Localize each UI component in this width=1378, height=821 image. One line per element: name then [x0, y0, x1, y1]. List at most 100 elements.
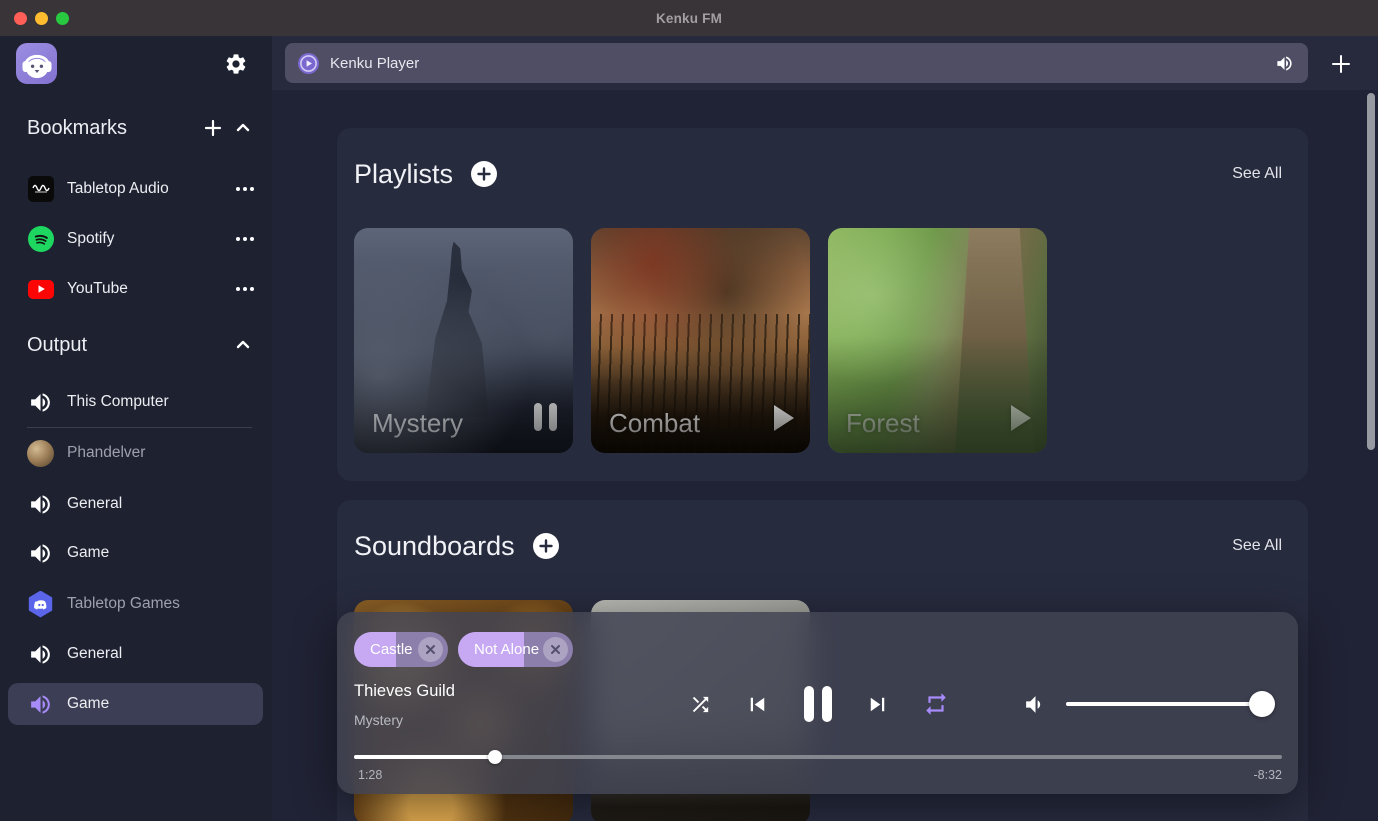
- add-tab-button[interactable]: [1324, 47, 1358, 81]
- output-header: Output: [0, 325, 272, 365]
- add-soundboard-button[interactable]: [532, 533, 559, 559]
- output-item-general-1[interactable]: General: [0, 479, 272, 529]
- more-options-button[interactable]: [236, 287, 254, 291]
- tab-volume-icon[interactable]: [1275, 54, 1294, 73]
- pause-button[interactable]: [803, 686, 832, 722]
- spotify-icon: [27, 226, 54, 253]
- traffic-lights: [14, 0, 69, 36]
- playlist-card-title: Mystery: [372, 408, 463, 438]
- playlist-card-combat[interactable]: Combat: [591, 228, 810, 453]
- shuffle-button[interactable]: [689, 693, 712, 716]
- sidebar-item-label: YouTube: [67, 280, 128, 297]
- tab-label: Kenku Player: [330, 54, 420, 72]
- playback-controls: [689, 676, 949, 732]
- sound-chips: Castle Not Alone: [354, 632, 573, 667]
- output-item-label: Game: [67, 544, 110, 561]
- titlebar: Kenku FM: [0, 0, 1378, 36]
- volume-control: [1023, 676, 1275, 732]
- more-options-button[interactable]: [236, 237, 254, 241]
- kenku-player-icon: [297, 52, 320, 75]
- sound-chip-not-alone[interactable]: Not Alone: [458, 632, 573, 667]
- output-item-label: Phandelver: [67, 444, 146, 461]
- avatar: [27, 439, 54, 467]
- volume-icon[interactable]: [1023, 692, 1048, 717]
- output-item-label: General: [67, 645, 123, 662]
- chip-label: Not Alone: [474, 641, 540, 658]
- collapse-output-button[interactable]: [228, 330, 258, 360]
- sidebar-item-label: Tabletop Audio: [67, 180, 169, 197]
- output-title: Output: [27, 333, 88, 356]
- output-item-label: This Computer: [67, 393, 169, 410]
- previous-track-button[interactable]: [744, 691, 771, 718]
- playlists-see-all-button[interactable]: See All: [1232, 165, 1282, 183]
- track-playlist: Mystery: [354, 712, 403, 728]
- tabletop-audio-icon: [27, 176, 54, 203]
- playlists-section: Playlists See All Mystery Combat Forest: [337, 128, 1308, 481]
- more-options-button[interactable]: [236, 187, 254, 191]
- output-item-tabletop-games[interactable]: Tabletop Games: [0, 579, 272, 629]
- elapsed-time: 1:28: [358, 768, 383, 782]
- pause-icon[interactable]: [534, 403, 557, 431]
- playlists-header: Playlists See All: [337, 152, 1308, 196]
- remaining-time: -8:32: [1253, 768, 1283, 782]
- collapse-bookmarks-button[interactable]: [228, 113, 258, 143]
- speaker-icon: [27, 491, 54, 518]
- output-item-general-2[interactable]: General: [0, 629, 272, 679]
- kenku-logo-icon: [16, 43, 57, 84]
- track-title: Thieves Guild: [354, 682, 455, 700]
- playlist-card-title: Forest: [846, 408, 920, 438]
- chip-label: Castle: [370, 641, 413, 658]
- playlist-card-forest[interactable]: Forest: [828, 228, 1047, 453]
- main-area: Kenku Player Playlists See All Mystery C…: [272, 36, 1378, 821]
- discord-icon: [27, 590, 54, 618]
- output-item-label: Game: [67, 695, 110, 712]
- sound-chip-castle[interactable]: Castle: [354, 632, 448, 667]
- sidebar-item-tabletop-audio[interactable]: Tabletop Audio: [0, 164, 272, 214]
- output-item-this-computer[interactable]: This Computer: [0, 377, 272, 427]
- sidebar-item-spotify[interactable]: Spotify: [0, 214, 272, 264]
- add-playlist-button[interactable]: [471, 161, 498, 187]
- seek-bar[interactable]: [354, 750, 1282, 764]
- vertical-scrollbar[interactable]: [1367, 93, 1375, 450]
- soundboards-header: Soundboards See All: [337, 524, 1308, 568]
- repeat-button[interactable]: [923, 691, 949, 717]
- sidebar-item-label: Spotify: [67, 230, 115, 247]
- volume-slider-thumb[interactable]: [1248, 691, 1275, 717]
- minimize-window-button[interactable]: [35, 11, 48, 25]
- output-item-game-1[interactable]: Game: [0, 528, 272, 578]
- soundboards-see-all-button[interactable]: See All: [1232, 537, 1282, 555]
- next-track-button[interactable]: [864, 691, 891, 718]
- sidebar-item-youtube[interactable]: YouTube: [0, 264, 272, 314]
- youtube-icon: [27, 276, 54, 303]
- remove-sound-button[interactable]: [543, 637, 568, 662]
- bookmarks-title: Bookmarks: [27, 116, 128, 139]
- playlist-card-mystery[interactable]: Mystery: [354, 228, 573, 453]
- kenku-fm-window: Kenku FM Bookmarks Tabletop Audio Spotif…: [0, 0, 1378, 821]
- settings-button[interactable]: [220, 48, 252, 80]
- seek-thumb[interactable]: [488, 750, 503, 764]
- close-window-button[interactable]: [14, 11, 27, 25]
- volume-slider[interactable]: [1066, 691, 1275, 717]
- bookmarks-header: Bookmarks: [0, 108, 272, 148]
- playlist-card-title: Combat: [609, 408, 701, 438]
- playlist-cards: Mystery Combat Forest: [354, 228, 1047, 453]
- playlists-title: Playlists: [354, 158, 454, 189]
- now-playing-panel: Castle Not Alone Thieves Guild Mystery 1…: [337, 612, 1298, 794]
- add-bookmark-button[interactable]: [198, 113, 228, 143]
- zoom-window-button[interactable]: [56, 11, 69, 25]
- tab-bar: Kenku Player: [272, 36, 1378, 90]
- play-icon[interactable]: [1011, 405, 1031, 431]
- output-item-game-2-selected[interactable]: Game: [8, 683, 263, 725]
- window-title: Kenku FM: [655, 10, 723, 26]
- speaker-icon: [27, 389, 54, 416]
- play-icon[interactable]: [774, 405, 794, 431]
- speaker-icon: [27, 540, 54, 567]
- output-item-label: General: [67, 495, 123, 512]
- output-item-phandelver[interactable]: Phandelver: [0, 428, 272, 478]
- speaker-icon: [27, 641, 54, 668]
- soundboards-title: Soundboards: [354, 530, 515, 561]
- tab-kenku-player[interactable]: Kenku Player: [285, 43, 1308, 83]
- speaker-icon: [27, 691, 54, 718]
- remove-sound-button[interactable]: [418, 637, 443, 662]
- sidebar: Bookmarks Tabletop Audio Spotify YouTube…: [0, 36, 272, 821]
